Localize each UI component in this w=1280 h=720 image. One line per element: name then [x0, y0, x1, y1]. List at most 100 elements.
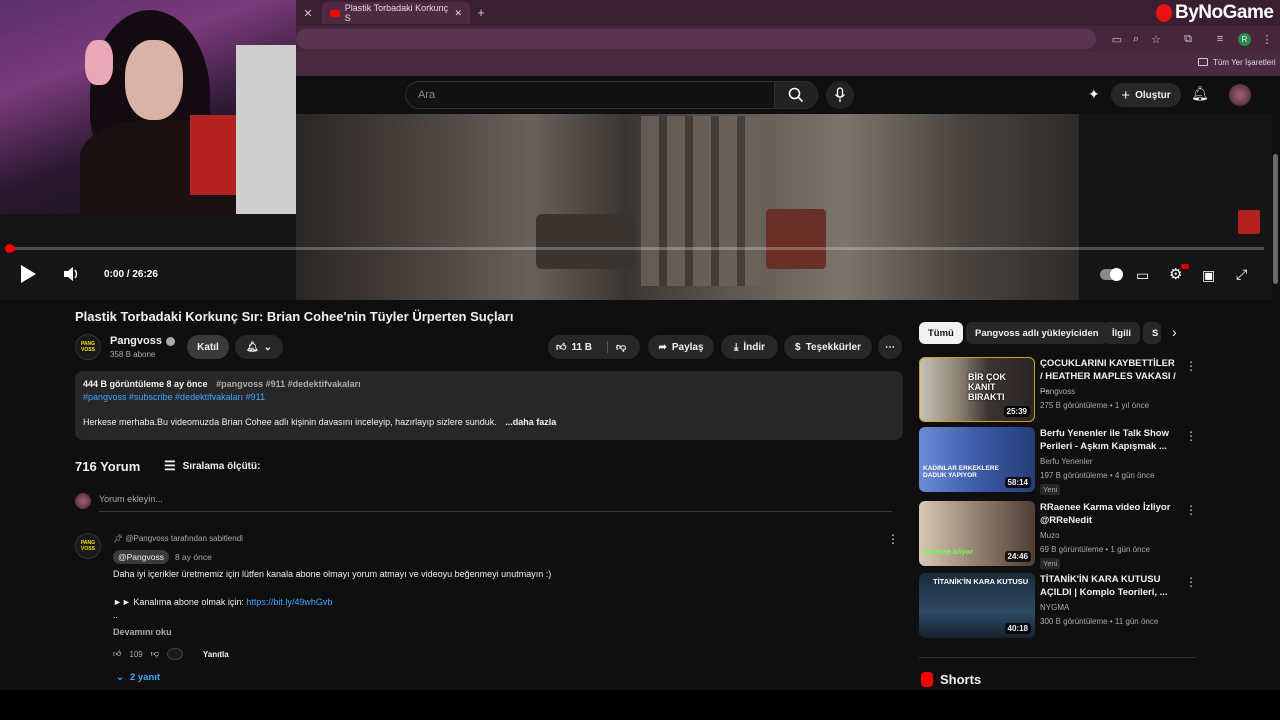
rec-menu-icon[interactable]: ⋮ — [1185, 575, 1197, 589]
cast-icon[interactable]: ▭ — [1110, 32, 1124, 46]
like-icon[interactable]: 👍︎ — [556, 341, 566, 353]
search-button[interactable] — [774, 81, 818, 109]
notifications-bell-icon[interactable]: 🔔︎ — [1191, 85, 1209, 102]
watermark-icon — [1156, 4, 1172, 22]
share-button[interactable]: ➦ Paylaş — [648, 335, 714, 359]
autoplay-toggle[interactable] — [1100, 268, 1123, 281]
chevron-right-icon[interactable]: › — [1172, 324, 1177, 340]
thumb-text: BİR ÇOK KANIT BIRAKTI — [968, 372, 1006, 402]
chip-related[interactable]: İlgili — [1103, 322, 1140, 344]
download-icon: ⤓ — [733, 341, 739, 353]
view-replies-button[interactable]: ⌄ 2 yanıt — [116, 672, 160, 683]
profile-avatar[interactable]: R — [1238, 33, 1251, 46]
progress-bar[interactable] — [8, 247, 1264, 250]
subtitles-icon[interactable]: ▭ — [1136, 267, 1149, 284]
like-count[interactable]: 11 B — [571, 342, 592, 353]
new-badge: Yeni — [1040, 484, 1061, 495]
rec-menu-icon[interactable]: ⋮ — [1185, 503, 1197, 517]
webcam-headphones — [85, 40, 113, 85]
chip-more[interactable]: S — [1143, 322, 1161, 344]
share-icon: ➦ — [658, 341, 667, 353]
channel-name[interactable]: Pangvoss — [110, 335, 162, 347]
browser-tab-active[interactable]: Plastik Torbadaki Korkunç S ✕ — [322, 2, 470, 24]
chip-from-uploader[interactable]: Pangvoss adlı yükleyiciden — [966, 322, 1108, 344]
comment-like-icon[interactable]: 👍︎ — [113, 649, 121, 659]
fullscreen-icon[interactable]: ⤢ — [1236, 266, 1247, 283]
recommendation-item[interactable]: Rraenee İzliyor 24:46 RRaenee Karma vide… — [919, 501, 1199, 569]
chip-all[interactable]: Tümü — [919, 322, 963, 344]
notification-button[interactable]: 🔔︎ ⌄ — [235, 335, 283, 359]
voice-search-button[interactable] — [826, 81, 854, 109]
verified-icon — [165, 336, 175, 346]
scrollbar-thumb[interactable] — [1273, 154, 1278, 284]
comment-body-1: Daha iyi içerikler üretmemiz için lütfen… — [113, 569, 552, 579]
like-dislike-group: 👍︎ 11 B 👎︎ — [548, 335, 640, 359]
folder-icon — [1198, 58, 1208, 66]
rec-title[interactable]: RRaenee Karma video İzliyor @RReNedit — [1040, 501, 1180, 527]
recommendation-item[interactable]: TİTANİK'İN KARA KUTUSU 40:18 TİTANİK'İN … — [919, 573, 1199, 639]
volume-button[interactable] — [63, 266, 81, 285]
add-comment-input[interactable]: Yorum ekleyin... — [99, 494, 892, 512]
rec-thumbnail[interactable]: Rraenee İzliyor 24:46 — [919, 501, 1035, 566]
close-icon[interactable]: ✕ — [301, 6, 315, 20]
search-input[interactable]: Ara — [405, 81, 775, 109]
download-button[interactable]: ⤓ İndir — [721, 335, 778, 359]
all-bookmarks-link[interactable]: Tüm Yer İşaretleri — [1213, 58, 1276, 67]
create-button[interactable]: + Oluştur — [1111, 83, 1181, 107]
zoom-icon[interactable]: ⌕ — [1129, 32, 1143, 46]
user-avatar[interactable] — [1229, 84, 1251, 106]
search-icon — [788, 87, 804, 103]
channel-watermark-icon — [1238, 210, 1260, 234]
video-scene-stool — [766, 209, 826, 269]
rec-channel[interactable]: Pangvoss — [1040, 387, 1075, 396]
channel-name-row[interactable]: Pangvoss — [110, 335, 175, 347]
dislike-icon[interactable]: 👎︎ — [607, 341, 626, 353]
thanks-button[interactable]: $ Teşekkürler — [784, 335, 872, 359]
comment-menu-icon[interactable]: ⋮ — [887, 532, 899, 546]
show-more-link[interactable]: ...daha fazla — [505, 417, 556, 427]
rec-thumbnail[interactable]: TİTANİK'İN KARA KUTUSU 40:18 — [919, 573, 1035, 638]
rec-menu-icon[interactable]: ⋮ — [1185, 359, 1197, 373]
join-button[interactable]: Katıl — [187, 335, 229, 359]
rec-thumbnail[interactable]: BİR ÇOK KANIT BIRAKTI 25:39 — [919, 357, 1035, 422]
extensions-icon[interactable]: ⧉ — [1181, 32, 1195, 46]
channel-avatar[interactable]: PANG VOSS — [75, 334, 101, 360]
comment-author-avatar[interactable]: PANG VOSS — [75, 533, 101, 559]
rec-title[interactable]: Berfu Yenenler ile Talk Show Perileri - … — [1040, 427, 1180, 453]
reply-button[interactable]: Yanıtla — [203, 650, 229, 659]
address-bar[interactable] — [296, 29, 1096, 49]
rec-menu-icon[interactable]: ⋮ — [1185, 429, 1197, 443]
rec-thumbnail[interactable]: KADINLAR ERKEKLERE DADUK YAPIYOR 58:14 — [919, 427, 1035, 492]
comment-dislike-icon[interactable]: 👎︎ — [151, 649, 159, 659]
rec-channel[interactable]: Berfu Yenenler — [1040, 457, 1093, 466]
miniplayer-icon[interactable]: ▣ — [1202, 267, 1215, 284]
comment-link[interactable]: https://bit.ly/49whGvb — [246, 597, 332, 607]
chevron-down-icon: ⌄ — [263, 341, 273, 353]
star-icon[interactable]: ☆ — [1149, 32, 1163, 46]
new-tab-button[interactable]: + — [474, 5, 488, 20]
read-more-link[interactable]: Devamını oku — [113, 627, 172, 637]
tab-close-icon[interactable]: ✕ — [454, 8, 462, 19]
bell-icon: 🔔︎ — [245, 341, 259, 353]
progress-scrubber[interactable] — [5, 244, 14, 253]
rec-channel[interactable]: Muzo — [1040, 531, 1060, 540]
description-hashtags[interactable]: #pangvoss #subscribe #dedektifvakaları #… — [83, 392, 895, 402]
mic-icon — [834, 87, 846, 102]
description-meta-row: 444 B görüntüleme 8 ay önce #pangvoss #9… — [83, 379, 895, 389]
comment-time[interactable]: 8 ay önce — [175, 552, 212, 562]
description-box[interactable]: 444 B görüntüleme 8 ay önce #pangvoss #9… — [75, 371, 903, 440]
rec-title[interactable]: TİTANİK'İN KARA KUTUSU AÇILDI | Komplo T… — [1040, 573, 1180, 599]
media-icon[interactable]: ≡ — [1213, 32, 1227, 46]
video-scene-couch — [536, 214, 636, 269]
menu-icon[interactable]: ⋮ — [1260, 32, 1274, 46]
recommendation-item[interactable]: KADINLAR ERKEKLERE DADUK YAPIYOR 58:14 B… — [919, 427, 1199, 495]
play-button[interactable] — [18, 264, 38, 287]
recommendation-item[interactable]: BİR ÇOK KANIT BIRAKTI 25:39 ÇOCUKLARINI … — [919, 357, 1199, 423]
scrollbar-track[interactable] — [1272, 114, 1280, 690]
rec-channel[interactable]: NYGMA — [1040, 603, 1069, 612]
video-scene-railing — [641, 116, 761, 286]
sort-button[interactable]: ☰ Sıralama ölçütü: — [164, 458, 260, 474]
ai-sparkle-icon[interactable]: ✦ — [1088, 86, 1100, 103]
more-actions-button[interactable]: ⋯ — [878, 335, 902, 359]
comment-author-badge[interactable]: @Pangvoss — [113, 550, 169, 564]
